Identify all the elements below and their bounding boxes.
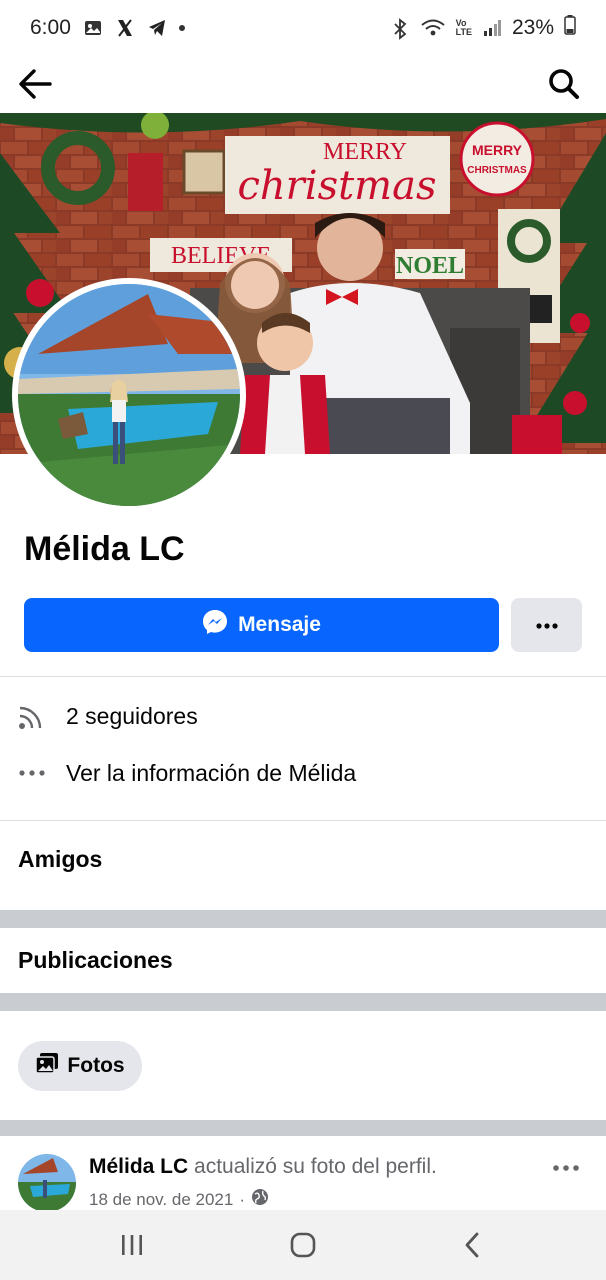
wifi-icon — [420, 18, 446, 38]
post-action-text: actualizó su foto del perfil. — [194, 1155, 437, 1178]
status-time: 6:00 — [30, 16, 71, 39]
cover-sign-christmas: christmas — [238, 163, 437, 209]
followers-count: 2 seguidores — [66, 702, 198, 729]
post-header: Mélida LC actualizó su foto del perfil. — [89, 1155, 437, 1179]
more-dots-icon — [535, 616, 558, 634]
profile-name: Mélida LC — [24, 530, 185, 568]
divider — [0, 676, 606, 677]
message-button-label: Mensaje — [238, 613, 321, 636]
cover-badge-line1: MERRY — [472, 142, 523, 158]
back-button[interactable] — [452, 1228, 492, 1262]
system-navigation-bar — [0, 1210, 606, 1280]
section-separator — [0, 993, 606, 1011]
post-author-avatar[interactable] — [18, 1154, 76, 1212]
post-meta: 18 de nov. de 2021 · — [89, 1188, 269, 1211]
cover-sign-merry: MERRY — [323, 139, 407, 165]
post-more-button[interactable] — [548, 1155, 584, 1179]
see-info-link: Ver la información de Mélida — [66, 759, 357, 786]
profile-avatar[interactable] — [12, 278, 246, 512]
cover-badge-line2: CHRISTMAS — [467, 165, 527, 176]
separator-dot: · — [239, 1189, 245, 1209]
search-icon[interactable] — [544, 64, 584, 104]
back-chevron-icon — [465, 1232, 479, 1258]
photos-icon — [35, 1052, 59, 1080]
back-arrow-icon[interactable] — [16, 64, 56, 104]
recent-apps-icon — [122, 1235, 142, 1255]
home-icon — [290, 1232, 316, 1258]
followers-row[interactable]: 2 seguidores — [18, 702, 198, 730]
friends-section-title[interactable]: Amigos — [18, 846, 102, 873]
bluetooth-icon — [390, 18, 410, 40]
section-separator — [0, 1120, 606, 1136]
photos-chip-label: Fotos — [67, 1054, 125, 1077]
message-button[interactable]: Mensaje — [24, 598, 499, 652]
section-separator — [0, 910, 606, 928]
cover-sign-noel: NOEL — [396, 253, 464, 279]
followers-feed-icon — [18, 702, 46, 730]
messenger-icon — [202, 609, 228, 641]
telegram-icon — [147, 18, 167, 38]
status-bar: 6:00 Vo LTE 23% — [0, 0, 606, 56]
post-date[interactable]: 18 de nov. de 2021 — [89, 1190, 233, 1210]
home-button[interactable] — [283, 1228, 323, 1262]
top-navigation — [0, 56, 606, 112]
gallery-icon — [83, 18, 103, 38]
see-info-row[interactable]: Ver la información de Mélida — [18, 759, 356, 787]
more-dots-icon — [553, 1158, 579, 1176]
more-dots-icon — [18, 759, 46, 787]
more-options-button[interactable] — [511, 598, 582, 652]
profile-avatar-image — [18, 284, 240, 506]
post-author-name[interactable]: Mélida LC — [89, 1155, 188, 1178]
battery-icon — [564, 15, 576, 41]
signal-icon — [482, 18, 502, 38]
battery-level: 23% — [511, 16, 554, 39]
photos-filter-chip[interactable]: Fotos — [18, 1041, 142, 1091]
globe-icon — [251, 1188, 269, 1211]
x-app-icon — [115, 18, 135, 38]
volte-icon: Vo LTE — [455, 18, 472, 37]
notification-dot-icon — [178, 25, 185, 31]
divider — [0, 820, 606, 821]
recent-apps-button[interactable] — [112, 1228, 152, 1262]
posts-section-title: Publicaciones — [18, 947, 173, 973]
